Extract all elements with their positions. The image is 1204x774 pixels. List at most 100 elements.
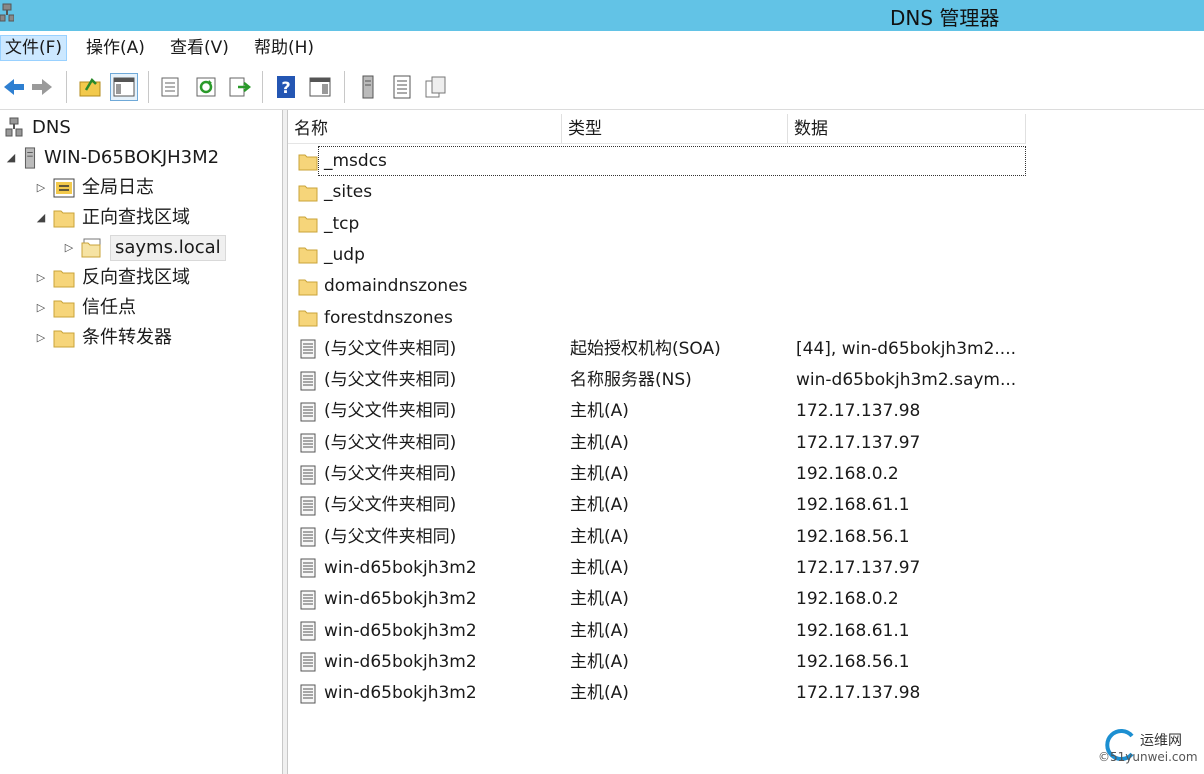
table-row[interactable]: (与父文件夹相同) 名称服务器(NS) win-d65bokjh3m2.saym..…	[288, 365, 1204, 396]
watermark: 运维网 ©51yunwei.com	[1098, 728, 1198, 770]
cell-name: _msdcs	[298, 146, 387, 177]
column-header-data[interactable]: 数据	[788, 114, 1026, 144]
table-row[interactable]: (与父文件夹相同) 主机(A) 192.168.56.1	[288, 522, 1204, 553]
expand-arrow-icon[interactable]: ▷	[34, 264, 48, 292]
table-row[interactable]: (与父文件夹相同) 主机(A) 172.17.137.98	[288, 396, 1204, 427]
cell-name: win-d65bokjh3m2	[298, 616, 477, 647]
tree-node-sayms-local[interactable]: ▷ sayms.local	[62, 234, 226, 262]
record-type: 主机(A)	[570, 557, 629, 578]
folder-icon	[298, 308, 318, 328]
record-name: (与父文件夹相同)	[324, 338, 457, 359]
show-hide-tree-icon[interactable]	[110, 73, 138, 101]
watermark-text: 运维网	[1140, 733, 1182, 749]
record-name: (与父文件夹相同)	[324, 370, 457, 391]
record-data: 192.168.0.2	[796, 589, 899, 610]
tree-node-forward-zones[interactable]: ◢ 正向查找区域	[34, 204, 190, 232]
copy-icon[interactable]	[422, 73, 450, 101]
table-row[interactable]: (与父文件夹相同) 主机(A) 192.168.0.2	[288, 459, 1204, 490]
server-icon	[24, 147, 36, 169]
record-name: (与父文件夹相同)	[324, 432, 457, 453]
cell-name: _udp	[298, 240, 365, 271]
record-name: (与父文件夹相同)	[324, 526, 457, 547]
folder-icon	[298, 152, 318, 172]
up-folder-icon[interactable]	[76, 73, 104, 101]
tree-label-dns: DNS	[32, 117, 71, 138]
record-name: _sites	[324, 182, 373, 203]
menu-help[interactable]: 帮助(H)	[250, 35, 318, 61]
table-row[interactable]: forestdnszones	[288, 303, 1204, 334]
server-icon[interactable]	[354, 73, 382, 101]
tree-node-trust-points[interactable]: ▷ 信任点	[34, 294, 136, 322]
table-row[interactable]: win-d65bokjh3m2 主机(A) 192.168.61.1	[288, 616, 1204, 647]
record-data: 172.17.137.97	[796, 557, 921, 578]
collapse-arrow-icon[interactable]: ◢	[4, 144, 18, 172]
record-icon	[298, 465, 318, 485]
window-title: DNS 管理器	[890, 6, 1000, 30]
record-data: [44], win-d65bokjh3m2....	[796, 338, 1017, 359]
collapse-arrow-icon[interactable]: ◢	[34, 204, 48, 232]
back-arrow-icon[interactable]	[0, 73, 28, 101]
cell-name: win-d65bokjh3m2	[298, 678, 477, 709]
show-hide-action-pane-icon[interactable]	[306, 73, 334, 101]
table-row[interactable]: _udp	[288, 240, 1204, 271]
folder-icon	[298, 183, 318, 203]
record-name: win-d65bokjh3m2	[324, 683, 477, 704]
export-list-icon[interactable]	[226, 73, 254, 101]
table-row[interactable]: win-d65bokjh3m2 主机(A) 172.17.137.98	[288, 678, 1204, 709]
record-icon	[298, 527, 318, 547]
table-row[interactable]: (与父文件夹相同) 主机(A) 192.168.61.1	[288, 490, 1204, 521]
folder-icon	[298, 277, 318, 297]
record-name: (与父文件夹相同)	[324, 464, 457, 484]
cell-name: _sites	[298, 177, 372, 208]
menu-view[interactable]: 查看(V)	[166, 35, 233, 61]
tree-label-trust-points: 信任点	[82, 297, 136, 318]
record-icon	[298, 371, 318, 391]
tree-node-global-log[interactable]: ▷ 全局日志	[34, 174, 154, 202]
record-name: win-d65bokjh3m2	[324, 620, 477, 641]
table-row[interactable]: win-d65bokjh3m2 主机(A) 192.168.56.1	[288, 647, 1204, 678]
record-type: 主机(A)	[570, 651, 629, 672]
cell-name: (与父文件夹相同)	[298, 459, 456, 490]
record-data: 172.17.137.97	[796, 432, 921, 453]
watermark-sub: ©51yunwei.com	[1098, 750, 1198, 764]
menu-action[interactable]: 操作(A)	[82, 35, 149, 61]
list-icon[interactable]	[388, 73, 416, 101]
table-row[interactable]: win-d65bokjh3m2 主机(A) 192.168.0.2	[288, 584, 1204, 615]
table-row[interactable]: domaindnszones	[288, 271, 1204, 302]
expand-arrow-icon[interactable]: ▷	[34, 174, 48, 202]
record-data: 172.17.137.98	[796, 683, 921, 704]
table-row[interactable]: _msdcs	[288, 146, 1204, 177]
tree-node-dns[interactable]: DNS	[2, 114, 71, 142]
tree-label-sayms-local: sayms.local	[110, 235, 226, 261]
record-data: 172.17.137.98	[796, 401, 921, 422]
table-row[interactable]: win-d65bokjh3m2 主机(A) 172.17.137.97	[288, 553, 1204, 584]
tree-label-reverse-zones: 反向查找区域	[82, 267, 190, 288]
table-row[interactable]: (与父文件夹相同) 起始授权机构(SOA) [44], win-d65bokjh3m…	[288, 334, 1204, 365]
record-type: 主机(A)	[570, 401, 629, 422]
tree-node-reverse-zones[interactable]: ▷ 反向查找区域	[34, 264, 190, 292]
table-row[interactable]: _sites	[288, 177, 1204, 208]
cell-name: forestdnszones	[298, 303, 453, 334]
tree-node-server[interactable]: ◢ WIN-D65BOKJH3M2	[4, 144, 219, 172]
tree-node-conditional-forwarders[interactable]: ▷ 条件转发器	[34, 324, 172, 352]
record-name: _msdcs	[324, 151, 387, 171]
column-header-type[interactable]: 类型	[562, 114, 788, 144]
forward-arrow-icon[interactable]	[28, 73, 56, 101]
zone-icon	[81, 238, 101, 258]
help-icon[interactable]: ?	[272, 73, 300, 101]
properties-icon[interactable]	[156, 73, 184, 101]
table-row[interactable]: (与父文件夹相同) 主机(A) 172.17.137.97	[288, 428, 1204, 459]
table-row[interactable]: _tcp	[288, 209, 1204, 240]
menu-file[interactable]: 文件(F)	[0, 35, 68, 61]
cell-name: (与父文件夹相同)	[298, 522, 456, 553]
refresh-icon[interactable]	[192, 73, 220, 101]
cell-name: (与父文件夹相同)	[298, 428, 456, 459]
folder-icon	[53, 270, 75, 288]
expand-arrow-icon[interactable]: ▷	[34, 294, 48, 322]
folder-icon	[298, 214, 318, 234]
cell-name: (与父文件夹相同)	[298, 365, 456, 396]
expand-arrow-icon[interactable]: ▷	[62, 234, 76, 262]
expand-arrow-icon[interactable]: ▷	[34, 324, 48, 352]
record-type: 主机(A)	[570, 589, 629, 610]
column-header-name[interactable]: 名称	[288, 114, 562, 144]
